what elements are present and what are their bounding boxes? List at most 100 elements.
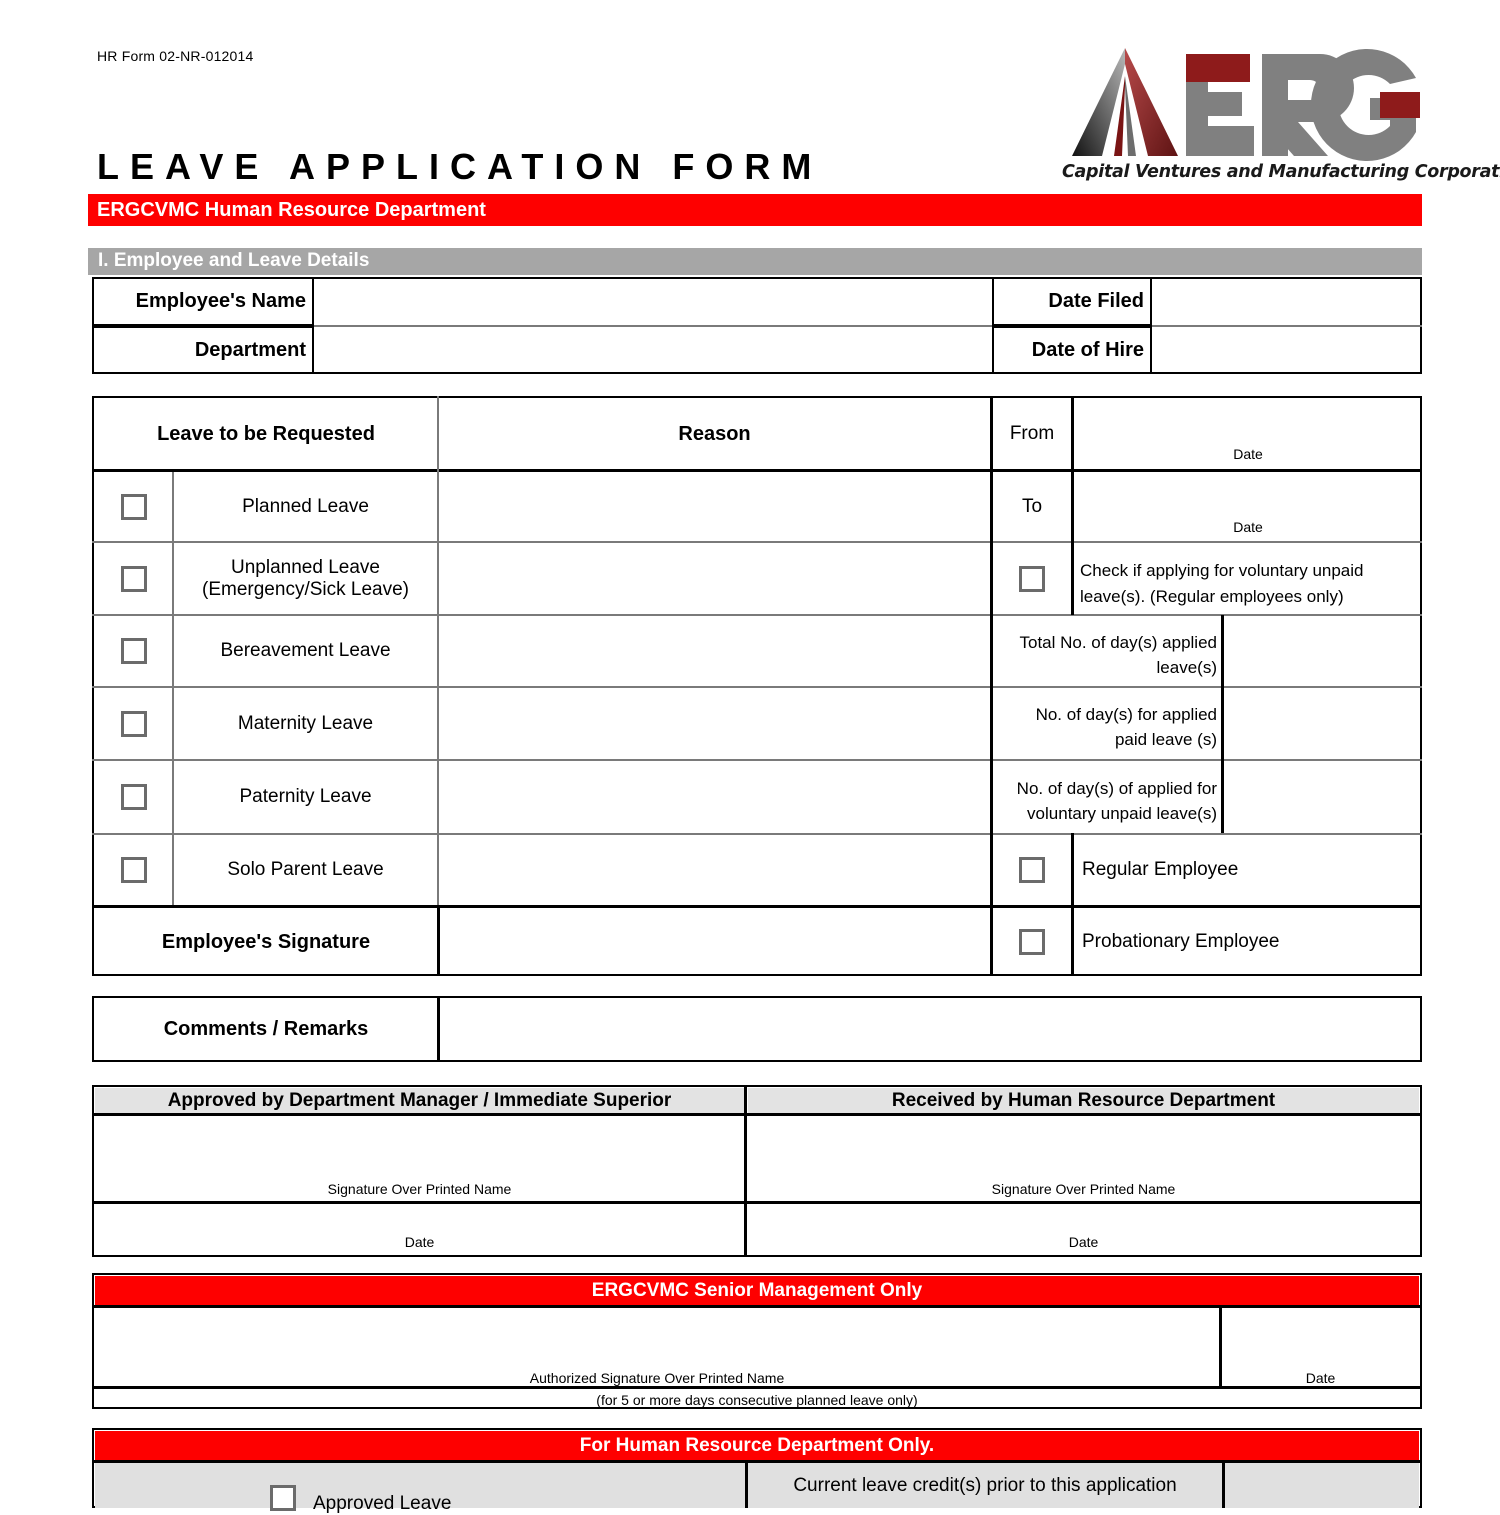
senior-management-banner: ERGCVMC Senior Management Only [95, 1276, 1419, 1305]
checkbox-solo-parent-leave[interactable] [95, 835, 172, 905]
hr-approved-leave-cell[interactable]: Approved Leave [95, 1463, 745, 1514]
checkbox-icon [120, 565, 147, 592]
page-title: LEAVE APPLICATION FORM [97, 146, 823, 187]
leave-type-label-unplanned: Unplanned Leave (Emergency/Sick Leave) [174, 543, 437, 614]
checkbox-planned-leave[interactable] [95, 472, 172, 541]
reason-input[interactable] [439, 761, 990, 833]
paid-days-label-line1: No. of day(s) for applied [1035, 705, 1217, 724]
hr-only-banner: For Human Resource Department Only. [95, 1431, 1419, 1460]
reason-input[interactable] [439, 616, 990, 686]
checkbox-regular-employee[interactable] [993, 835, 1071, 905]
leave-type-label: Solo Parent Leave [227, 859, 384, 880]
date-filed-label: Date Filed [992, 277, 1152, 326]
reason-input[interactable] [439, 472, 990, 541]
approver-date-caption: Date [404, 1234, 435, 1250]
department-label: Department [92, 326, 314, 374]
to-date-input[interactable] [1074, 472, 1422, 517]
leave-type-label: Planned Leave [242, 495, 369, 517]
section-one-band: I. Employee and Leave Details [88, 248, 1422, 275]
pyramid-logo-icon [1072, 48, 1178, 156]
checkbox-unplanned-leave[interactable] [95, 543, 172, 614]
erg-wordmark-icon [1186, 49, 1420, 161]
form-code: HR Form 02-NR-012014 [97, 48, 254, 64]
unpaid-days-label-line1: No. of day(s) of applied for [1016, 778, 1217, 798]
checkbox-paternity-leave[interactable] [95, 761, 172, 833]
col-header-reason: Reason [678, 422, 751, 445]
employee-signature-label: Employee's Signature [161, 930, 371, 953]
authorized-signature-input[interactable] [95, 1308, 1219, 1366]
total-days-label: Total No. of day(s) applied leave(s) [993, 616, 1221, 686]
to-label: To [1021, 495, 1043, 517]
received-by-header: Received by Human Resource Department [748, 1088, 1419, 1113]
unpaid-days-label-line2: voluntary unpaid leave(s) [1027, 803, 1217, 823]
unpaid-days-input[interactable] [1224, 761, 1422, 833]
leave-type-label-line1: Unplanned Leave [231, 556, 380, 578]
leave-type-label-line2: (Emergency/Sick Leave) [202, 578, 409, 600]
leave-type-label: Maternity Leave [237, 712, 374, 734]
divider [744, 1085, 747, 1257]
receiver-date-input[interactable] [748, 1204, 1419, 1232]
leave-application-form-page: HR Form 02-NR-012014 Capital Ventures an… [0, 0, 1500, 1514]
comments-label: Comments / Remarks [163, 1017, 369, 1040]
leave-type-label: Bereavement Leave [220, 640, 391, 661]
reason-input[interactable] [439, 688, 990, 759]
approved-leave-label: Approved Leave [313, 1493, 452, 1514]
paid-days-input[interactable] [1224, 688, 1422, 759]
comments-input[interactable] [440, 999, 1420, 1059]
checkbox-voluntary-unpaid[interactable] [993, 543, 1071, 614]
probationary-employee-label: Probationary Employee [1082, 931, 1280, 952]
reason-input[interactable] [439, 543, 990, 614]
employee-name-input[interactable] [314, 277, 992, 326]
senior-management-date-input[interactable] [1222, 1308, 1419, 1366]
voluntary-unpaid-note-line1: Check if applying for voluntary unpaid [1080, 560, 1364, 580]
voluntary-unpaid-note: Check if applying for voluntary unpaid l… [1074, 543, 1422, 614]
checkbox-probationary-employee[interactable] [993, 908, 1071, 976]
checkbox-icon [1019, 929, 1045, 955]
checkbox-icon [120, 857, 147, 883]
unpaid-days-label: No. of day(s) of applied for voluntary u… [993, 761, 1221, 833]
from-date-caption: Date [1233, 446, 1263, 462]
from-label: From [1009, 423, 1055, 444]
date-filed-input[interactable] [1152, 277, 1422, 326]
employee-signature-input[interactable] [440, 908, 990, 976]
total-days-label-line2: leave(s) [1156, 657, 1217, 677]
paid-days-label: No. of day(s) for applied paid leave (s) [993, 688, 1221, 759]
approver-date-input[interactable] [95, 1204, 744, 1232]
date-of-hire-input[interactable] [1152, 326, 1422, 374]
divider [1222, 1463, 1225, 1508]
to-date-caption: Date [1233, 519, 1263, 535]
leave-type-label: Paternity Leave [239, 786, 372, 807]
employee-name-label: Employee's Name [92, 277, 314, 326]
receiver-signature-input[interactable] [748, 1116, 1419, 1176]
receiver-date-caption: Date [1068, 1234, 1099, 1250]
date-of-hire-label: Date of Hire [992, 326, 1152, 374]
approver-signature-caption: Signature Over Printed Name [327, 1181, 512, 1197]
hr-department-banner: ERGCVMC Human Resource Department [88, 194, 1422, 226]
col-header-leave-requested: Leave to be Requested [157, 422, 375, 445]
current-credits-label: Current leave credit(s) prior to this ap… [748, 1463, 1222, 1508]
senior-management-date-caption: Date [1305, 1370, 1336, 1386]
receiver-signature-caption: Signature Over Printed Name [991, 1181, 1176, 1197]
divider [92, 1386, 1422, 1389]
approver-signature-input[interactable] [95, 1116, 744, 1176]
authorized-signature-caption: Authorized Signature Over Printed Name [529, 1370, 785, 1386]
logo-tagline: Capital Ventures and Manufacturing Corpo… [1062, 162, 1500, 182]
checkbox-icon [1019, 857, 1045, 883]
checkbox-icon [1019, 565, 1045, 592]
approved-by-header: Approved by Department Manager / Immedia… [95, 1088, 744, 1113]
regular-employee-label: Regular Employee [1082, 859, 1239, 880]
checkbox-maternity-leave[interactable] [95, 688, 172, 759]
checkbox-icon [120, 784, 147, 810]
department-input[interactable] [314, 326, 992, 374]
company-logo: Capital Ventures and Manufacturing Corpo… [1062, 44, 1500, 192]
checkbox-icon [120, 710, 147, 737]
voluntary-unpaid-note-line2: leave(s). (Regular employees only) [1080, 586, 1344, 606]
checkbox-icon [120, 638, 147, 664]
current-credits-input[interactable] [1225, 1463, 1419, 1508]
paid-days-label-line2: paid leave (s) [1114, 730, 1217, 749]
from-date-input[interactable] [1074, 399, 1422, 443]
reason-input[interactable] [439, 835, 990, 905]
total-days-input[interactable] [1224, 616, 1422, 686]
checkbox-icon [270, 1485, 296, 1511]
checkbox-bereavement-leave[interactable] [95, 616, 172, 686]
